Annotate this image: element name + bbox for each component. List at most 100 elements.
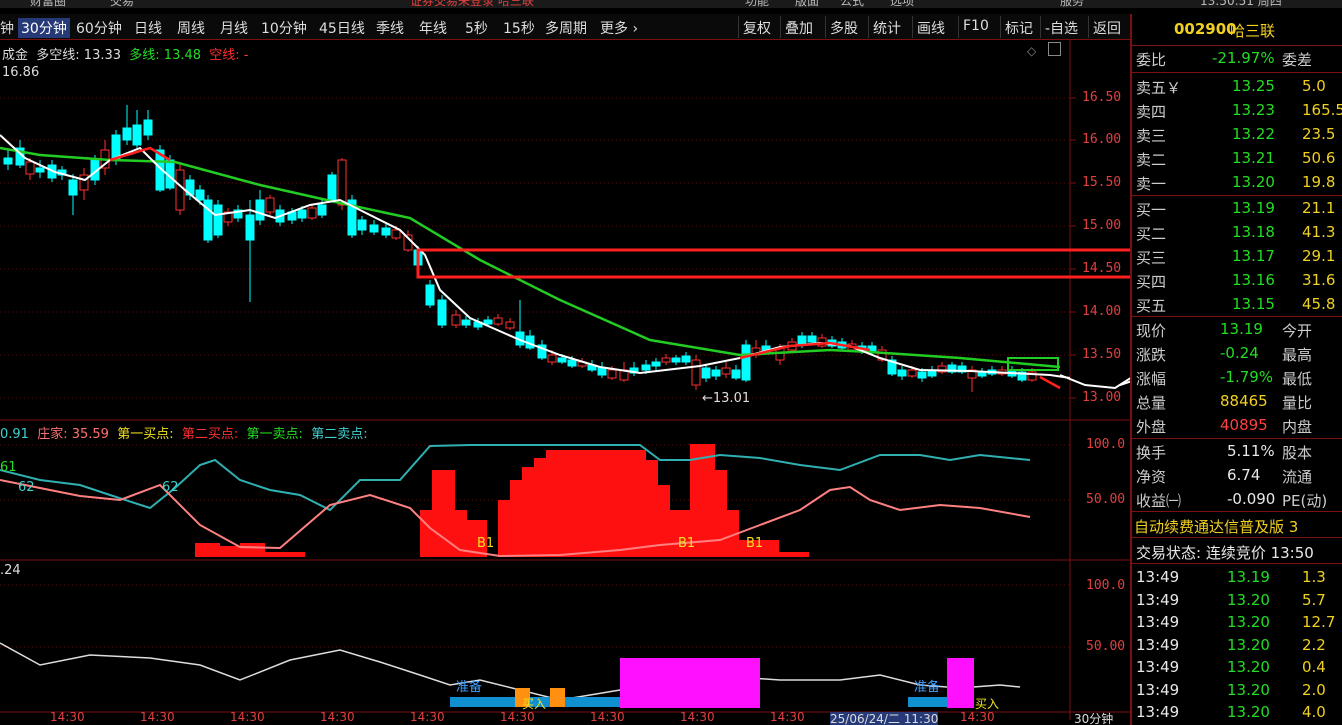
tick-price: 13.20 — [1227, 635, 1270, 654]
indicator-yaxis-label: 50.00 — [1086, 492, 1126, 507]
stat-label: 外盘 — [1136, 418, 1167, 436]
candle-body — [461, 319, 471, 326]
menu-gongshi[interactable]: 公式 — [840, 0, 864, 8]
separator — [1132, 316, 1342, 317]
period-tab-season[interactable]: 季线 — [376, 18, 404, 38]
bid-volume: 31.6 — [1302, 271, 1336, 289]
candle-body — [907, 369, 917, 377]
candle-body — [691, 359, 701, 386]
ad-banner[interactable]: 自动续费通达信普及版 3 — [1132, 514, 1342, 537]
legend-prefix: 成金 — [2, 48, 29, 63]
ask-label: 卖三 — [1136, 127, 1167, 145]
chart-area[interactable]: 成金 多空线: 13.33 多线: 13.48 空线: - 16.86 ←13.… — [0, 40, 1130, 725]
quote-panel: 002900 哈三联 委比 -21.97% 委差 卖五￥ 13.25 5.0 卖四 13… — [1130, 14, 1342, 725]
menu-gongneng[interactable]: 功能 — [745, 0, 769, 8]
candle-body — [327, 174, 337, 201]
stock-code: 002900 — [1174, 20, 1237, 38]
candle-body — [483, 319, 493, 325]
period-tab-15s[interactable]: 15秒 — [503, 18, 535, 38]
duogu-button[interactable]: 多股 — [825, 16, 862, 38]
legend-duokong: 多空线: 13.33 — [36, 48, 122, 63]
menu-banmian[interactable]: 版面 — [795, 0, 819, 8]
bid-row: 买二 13.18 41.3 — [1132, 221, 1342, 244]
annotation-red-box[interactable] — [416, 248, 1130, 279]
period-tab-week[interactable]: 周线 — [177, 18, 205, 38]
menu-xuanxiang[interactable]: 选项 — [890, 0, 914, 8]
ask-row: 卖四 13.23 165.5 — [1132, 99, 1342, 122]
candle-body — [369, 224, 379, 233]
stat-row: 换手 5.11% 股本 — [1132, 440, 1342, 463]
period-tab-month[interactable]: 月线 — [220, 18, 248, 38]
tick-time: 13:49 — [1136, 703, 1180, 721]
stat-row: 现价 13.19 今开 — [1132, 318, 1342, 341]
tick-time: 13:49 — [1136, 568, 1180, 586]
tongji-button[interactable]: 统计 — [868, 16, 905, 38]
yaxis-label: 13.50 — [1082, 347, 1122, 362]
separator — [1132, 537, 1342, 538]
period-tab-year[interactable]: 年线 — [419, 18, 447, 38]
candle-body — [213, 204, 223, 236]
bid-price: 13.18 — [1232, 223, 1275, 241]
candle-body — [731, 369, 741, 379]
trade-state: 交易状态: 连续竞价 13:50 — [1136, 544, 1314, 562]
yaxis-label: 16.00 — [1082, 132, 1122, 147]
axis-ticks — [1070, 97, 1076, 399]
candle-body — [35, 167, 45, 173]
period-tab-45day[interactable]: 45日线 — [319, 18, 365, 38]
separator — [1132, 511, 1342, 512]
ask-volume: 23.5 — [1302, 125, 1336, 143]
period-tab-0[interactable]: 钟 — [0, 18, 14, 38]
ask-volume: 165.5 — [1302, 101, 1342, 119]
candle-body — [68, 179, 78, 196]
period-tab-more[interactable]: 更多 › — [600, 18, 638, 38]
yaxis-label: 14.00 — [1082, 304, 1122, 319]
panel-toggle-icon[interactable] — [1048, 42, 1061, 56]
biaoji-button[interactable]: 标记 — [1000, 16, 1037, 38]
bid-volume: 21.1 — [1302, 199, 1336, 217]
candle-body — [245, 214, 255, 241]
menu-jiaoyi[interactable]: 交易 — [110, 0, 134, 8]
ad-text[interactable]: 自动续费通达信普及版 3 — [1134, 516, 1298, 537]
period-tab-60min[interactable]: 60分钟 — [76, 18, 122, 38]
fuquan-button[interactable]: 复权 — [738, 16, 775, 38]
ask-row: 卖二 13.21 50.6 — [1132, 147, 1342, 170]
stat-label-2: 流通 — [1282, 468, 1313, 486]
buy1-label: 第一买点: — [117, 427, 174, 442]
zixuan-button[interactable]: -自选 — [1040, 16, 1082, 38]
stat-value: 40895 — [1220, 416, 1268, 434]
separator — [1132, 45, 1342, 46]
period-tab-multi[interactable]: 多周期 — [545, 18, 587, 38]
tick-row: 13:49 13.20 2.2 — [1132, 634, 1342, 657]
app-window: { "menubar": {"items": ["财富圈","交易","证券交易… — [0, 0, 1342, 725]
bid-label: 买一 — [1136, 201, 1167, 219]
low-price-marker: ←13.01 — [702, 391, 751, 406]
stat-value: 88465 — [1220, 392, 1268, 410]
period-tab-30min[interactable]: 30分钟 — [18, 18, 70, 38]
back-button[interactable]: 返回 — [1088, 16, 1125, 38]
period-tab-5s[interactable]: 5秒 — [465, 18, 488, 38]
main-legend: 成金 多空线: 13.33 多线: 13.48 空线: - — [2, 44, 249, 63]
tick-price: 13.20 — [1227, 680, 1270, 699]
stat-label: 收益㈠ — [1136, 492, 1182, 510]
stat-label: 涨跌 — [1136, 346, 1167, 364]
ask-volume: 19.8 — [1302, 173, 1336, 191]
weibi-value: -21.97% — [1212, 49, 1275, 67]
period-tab-day[interactable]: 日线 — [134, 18, 162, 38]
ask-price: 13.25 — [1232, 77, 1275, 95]
menu-login-status[interactable]: 证券交易未登录 哈三联 — [410, 0, 534, 8]
ask-price: 13.23 — [1232, 101, 1275, 119]
diamond-icon[interactable]: ◇ — [1027, 44, 1036, 58]
huaxian-button[interactable]: 画线 — [912, 16, 949, 38]
diejia-button[interactable]: 叠加 — [780, 16, 817, 38]
period-tab-10min[interactable]: 10分钟 — [261, 18, 307, 38]
stat-label-2: 最低 — [1282, 370, 1313, 388]
candle-body — [701, 367, 711, 379]
tick-row: 13:49 13.20 12.7 — [1132, 611, 1342, 634]
candle-body — [437, 299, 447, 326]
menu-caifuquan[interactable]: 财富圈 — [30, 0, 66, 8]
tick-volume: 2.0 — [1302, 680, 1326, 699]
menu-fuwu[interactable]: 服务 — [1060, 0, 1084, 8]
candle-body — [79, 174, 89, 191]
candle-body — [493, 317, 503, 325]
f10-button[interactable]: F10 — [958, 16, 993, 38]
